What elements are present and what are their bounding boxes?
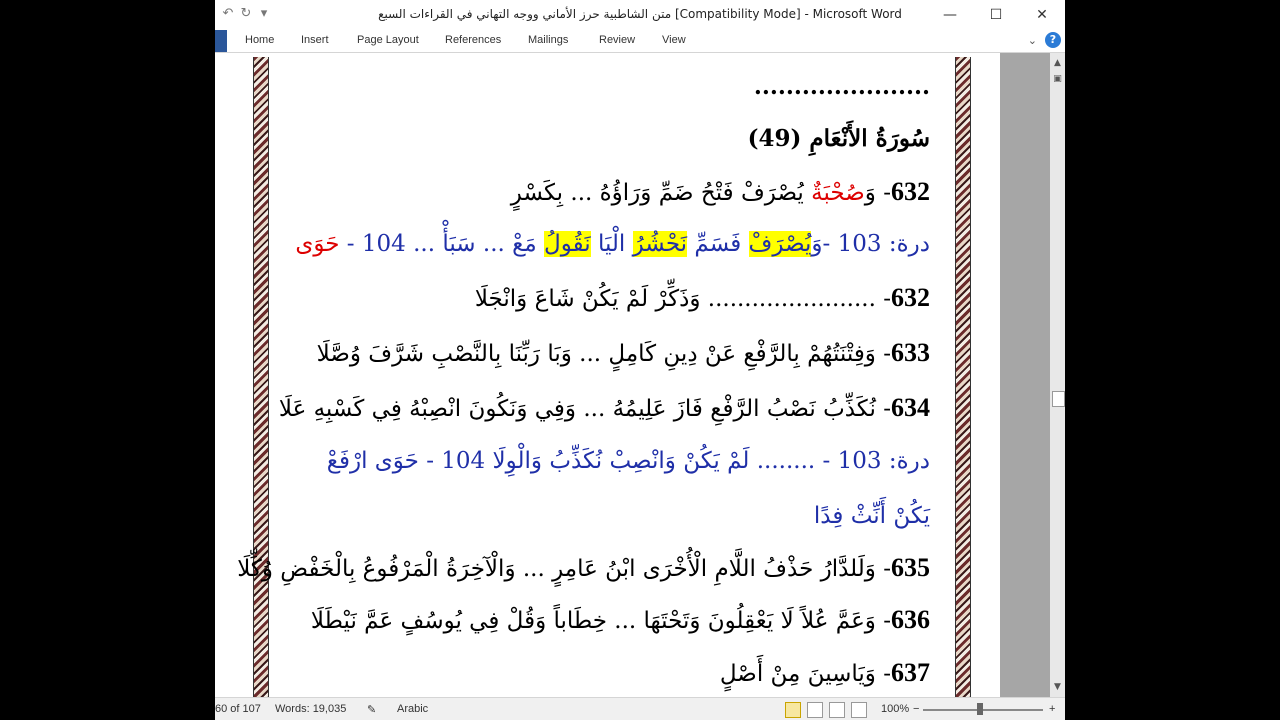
tab-references[interactable]: References	[445, 34, 501, 46]
zoom-in-button[interactable]: +	[1049, 703, 1055, 715]
full-screen-reading-button[interactable]	[807, 702, 823, 718]
document-page[interactable]: ...................... سُورَةُ الأَنْعَا…	[215, 53, 1000, 697]
verse-text: - وَيَاسِينَ مِنْ أَصْلٍ	[719, 661, 891, 687]
title-bar: ↶ ↻ ▾ متن الشاطبية حرز الأماني ووجه الته…	[215, 0, 1065, 30]
durra-text: الْيَا	[590, 231, 633, 257]
verse-number: 632	[891, 283, 930, 312]
scroll-down-icon[interactable]: ▼	[1051, 681, 1064, 694]
zoom-slider[interactable]	[923, 709, 1043, 711]
highlighted-word: نَقُولُ	[544, 231, 591, 257]
verse-text: - نُكَذِّبُ نَصْبُ الرَّفْعِ فَازَ عَلِي…	[278, 396, 891, 422]
zoom-level[interactable]: 100%	[881, 703, 909, 715]
page-indicator[interactable]: 60 of 107	[215, 703, 261, 715]
verse-text: يُصْرَفْ فَتْحُ ضَمِّ وَرَاؤُهُ ... بِكَ…	[510, 180, 812, 206]
durra-text: درة: 103 -وَ	[811, 231, 930, 257]
durra-line: درة: 103 -وَيُصْرَفْ فَسَمِّ نَحْشُرُ ال…	[295, 231, 930, 257]
language-indicator[interactable]: Arabic	[397, 703, 428, 715]
page-border-right	[955, 57, 971, 697]
verse-number: 637	[891, 658, 930, 687]
verse-line: 635- وَلَلدَّارُ حَذْفُ اللَّامِ الْأُخْ…	[237, 553, 930, 583]
document-text[interactable]: ...................... سُورَةُ الأَنْعَا…	[237, 53, 935, 697]
word-window: ↶ ↻ ▾ متن الشاطبية حرز الأماني ووجه الته…	[215, 0, 1065, 720]
tab-review[interactable]: Review	[599, 34, 635, 46]
durra-line: درة: 103 - ........ لَمْ يَكُنْ وَانْصِب…	[326, 448, 930, 474]
ribbon-tabs: Home Insert Page Layout References Maili…	[215, 30, 1065, 53]
verse-number: 632	[891, 177, 930, 206]
minimize-button[interactable]: —	[927, 0, 973, 30]
tab-insert[interactable]: Insert	[301, 34, 329, 46]
verse-line: 632- ....................... وَذَكِّرْ ل…	[475, 283, 930, 313]
status-bar: 60 of 107 Words: 19,035 ✎ Arabic 100% − …	[215, 697, 1065, 720]
reader-code: حَوَى	[295, 231, 340, 257]
verse-text: - وَعَمَّ عُلاً لَا يَعْقِلُونَ وَتَحْتَ…	[310, 608, 891, 634]
vertical-scrollbar[interactable]: ▲ ▣ ▼	[1050, 53, 1065, 697]
zoom-out-button[interactable]: −	[913, 703, 919, 715]
outline-button[interactable]	[851, 702, 867, 718]
word-count[interactable]: Words: 19,035	[275, 703, 346, 715]
verse-number: 633	[891, 338, 930, 367]
highlighted-word: يُصْرَفْ	[748, 231, 812, 257]
verse-text: - وَلَلدَّارُ حَذْفُ اللَّامِ الْأُخْرَى…	[237, 556, 891, 582]
surah-heading: سُورَةُ الأَنْعَامِ (49)	[747, 125, 930, 152]
tab-home[interactable]: Home	[245, 34, 274, 46]
verse-text: - ....................... وَذَكِّرْ لَمْ…	[474, 286, 891, 312]
verse-text: - وَ	[864, 180, 891, 206]
page-border-left	[253, 57, 269, 697]
scroll-thumb[interactable]	[1052, 391, 1065, 407]
tab-mailings[interactable]: Mailings	[528, 34, 568, 46]
document-area: ...................... سُورَةُ الأَنْعَا…	[215, 53, 1050, 697]
tab-view[interactable]: View	[662, 34, 686, 46]
verse-line: 636- وَعَمَّ عُلاً لَا يَعْقِلُونَ وَتَح…	[311, 605, 930, 635]
file-tab[interactable]	[215, 30, 227, 52]
ribbon-right: ⌄ ?	[1028, 32, 1061, 48]
verse-line: 633- وَفِتْنَتُهُمْ بِالرَّفْعِ عَنْ دِي…	[317, 338, 930, 368]
chevron-down-icon[interactable]: ⌄	[1028, 34, 1037, 47]
durra-text: فَسَمِّ	[687, 231, 749, 257]
tab-page-layout[interactable]: Page Layout	[357, 34, 419, 46]
web-layout-button[interactable]	[829, 702, 845, 718]
highlighted-word: نَحْشُرُ	[632, 231, 688, 257]
durra-line: يَكُنْ أَنِّثْ فِدًا	[813, 503, 930, 529]
verse-line: 632- وَصُحْبَةٌ يُصْرَفْ فَتْحُ ضَمِّ وَ…	[511, 177, 930, 207]
proofing-icon[interactable]: ✎	[367, 703, 376, 716]
text-line: ......................	[753, 73, 930, 100]
window-controls: — ☐ ✕	[927, 0, 1065, 30]
zoom-slider-thumb[interactable]	[977, 703, 983, 715]
verse-text: - وَفِتْنَتُهُمْ بِالرَّفْعِ عَنْ دِينِ …	[316, 341, 891, 367]
verse-line: 637- وَيَاسِينَ مِنْ أَصْلٍ	[720, 658, 930, 688]
reader-code: صُحْبَةٌ	[811, 180, 865, 206]
verse-line: 634- نُكَذِّبُ نَصْبُ الرَّفْعِ فَازَ عَ…	[279, 393, 930, 423]
verse-number: 634	[891, 393, 930, 422]
durra-text: مَعْ ... سَبَأْ ... 104 -	[339, 231, 544, 257]
help-icon[interactable]: ?	[1045, 32, 1061, 48]
verse-number: 636	[891, 605, 930, 634]
scroll-up-icon[interactable]: ▲	[1051, 57, 1064, 70]
print-layout-button[interactable]	[785, 702, 801, 718]
maximize-button[interactable]: ☐	[973, 0, 1019, 30]
verse-number: 635	[891, 553, 930, 582]
ruler-toggle-icon[interactable]: ▣	[1051, 73, 1064, 86]
close-button[interactable]: ✕	[1019, 0, 1065, 30]
